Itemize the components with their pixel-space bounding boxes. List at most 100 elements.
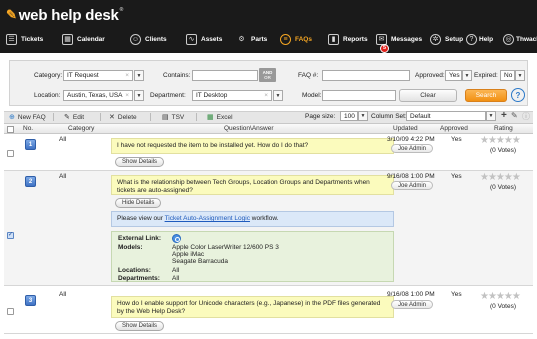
nav-help[interactable]: ? Help [466,33,493,45]
show-details-button[interactable]: Show Details [115,321,165,331]
app-logo[interactable]: ✎ web help desk ® [6,5,123,25]
table-row[interactable]: 1 All I have not requested the item to b… [4,134,533,171]
tsv-icon: ▤ [162,114,169,121]
table-row[interactable]: 3 All How do I enable support for Unicod… [4,288,533,334]
departments-value: All [172,275,180,282]
row-updated-date: 9/16/08 1:00 PM [387,291,435,298]
rating-stars-icon[interactable]: ★★★★★ [480,173,521,183]
expired-label: Expired: [474,72,498,79]
search-button[interactable]: Search [465,89,507,102]
info-icon[interactable]: ⓘ [522,111,530,122]
department-clear-icon[interactable]: × [264,92,268,100]
column-settings-wrench-icon[interactable]: ✎ [511,111,518,120]
nav-tickets[interactable]: ☰ Tickets [6,33,43,45]
approved-label: Approved: [415,72,445,79]
new-faq-button[interactable]: ⊕ New FAQ [9,111,46,123]
location-value: Austin, Texas, USA [67,92,123,99]
department-dropdown-icon[interactable]: ▼ [273,90,283,101]
expired-select[interactable]: No [500,70,515,81]
edit-button[interactable]: ✎ Edit [64,111,84,123]
column-set-dropdown-icon[interactable]: ▼ [486,111,496,121]
column-header-approved[interactable]: Approved [440,125,468,132]
row-owner-pill[interactable]: Joe Admin [391,181,434,190]
messages-badge: 5 [380,43,389,53]
location-select[interactable]: Austin, Texas, USA × [63,90,133,101]
faq-question[interactable]: What is the relationship between Tech Gr… [111,175,394,195]
locations-label: Locations: [118,267,151,274]
models-label: Models: [118,244,143,251]
faq-number-badge[interactable]: 3 [25,295,36,306]
row-checkbox[interactable] [7,231,14,239]
contains-label: Contains: [163,72,191,79]
category-select[interactable]: IT Request × [63,70,133,81]
category-label: Category: [34,72,63,79]
department-select[interactable]: IT Desktop × [192,90,272,101]
location-label: Location: [34,92,61,99]
nav-clients[interactable]: ☺ Clients [130,33,167,45]
nav-messages-label: Messages [391,35,423,43]
delete-button[interactable]: ✕ Delete [109,111,137,123]
clear-button[interactable]: Clear [399,89,457,102]
faq-question[interactable]: How do I enable support for Unicode char… [111,296,394,318]
excel-export-button[interactable]: ▦ Excel [207,111,233,123]
answer-workflow-link[interactable]: Ticket Auto-Assignment Logic [165,215,250,222]
column-header-row: No. Category Question\Answer Updated App… [4,123,533,134]
toolbar-divider [196,113,197,121]
nav-reports[interactable]: ▮ Reports [328,33,368,45]
contains-input[interactable] [192,70,258,81]
app-header: ✎ web help desk ® ☰ Tickets ▦ Calendar ☺… [0,0,537,53]
column-header-rating[interactable]: Rating [494,125,513,132]
locations-value: All [172,267,180,274]
faq-number-badge[interactable]: 2 [25,176,36,187]
nav-faqs[interactable]: ≡ FAQs [280,33,312,45]
hide-details-button[interactable]: Hide Details [115,198,162,208]
table-row[interactable]: 2 All What is the relationship between T… [4,171,533,286]
faq-number-input[interactable] [322,70,410,81]
page-size-dropdown-icon[interactable]: ▼ [358,111,368,121]
rating-stars-icon[interactable]: ★★★★★ [480,292,521,302]
category-clear-icon[interactable]: × [125,72,129,80]
column-set-select[interactable]: Default [406,111,486,121]
location-clear-icon[interactable]: × [125,92,129,100]
select-all-checkbox[interactable] [7,126,14,133]
location-dropdown-icon[interactable]: ▼ [134,90,144,101]
row-approved: Yes [451,291,462,298]
model-select[interactable] [322,90,396,101]
nav-messages[interactable]: ✉ 5 Messages [376,33,423,53]
edit-pencil-icon: ✎ [64,114,70,121]
nav-calendar[interactable]: ▦ Calendar [62,33,105,45]
faq-question[interactable]: I have not requested the item to be inst… [111,138,394,154]
nav-assets[interactable]: ∿ Assets [186,33,222,45]
nav-thwack[interactable]: ◎Thwack [503,33,537,45]
calendar-icon: ▦ [62,33,73,45]
tsv-export-button[interactable]: ▤ TSV [162,111,184,123]
external-link-icon[interactable] [172,234,181,243]
toolbar-divider [53,113,54,121]
row-owner-pill[interactable]: Joe Admin [391,300,434,309]
trademark-mark: ® [119,7,124,13]
nav-parts[interactable]: ⚙ Parts [236,34,267,45]
row-votes: (0 Votes) [490,184,517,191]
and-or-toggle[interactable]: AND OR [259,68,276,82]
column-header-updated[interactable]: Updated [393,125,418,132]
faq-number-badge[interactable]: 1 [25,139,36,150]
setup-gear-icon: ✲ [430,33,441,45]
nav-setup[interactable]: ✲ Setup [430,33,463,45]
category-value: IT Request [67,72,99,79]
column-header-category[interactable]: Category [68,125,94,132]
help-icon[interactable]: ? [511,88,525,102]
show-details-button[interactable]: Show Details [115,157,165,167]
row-owner-pill[interactable]: Joe Admin [391,144,434,153]
row-checkbox[interactable] [7,150,14,157]
add-column-plus-icon[interactable]: + [501,110,507,121]
approved-select[interactable]: Yes [445,70,462,81]
nav-parts-label: Parts [251,35,268,43]
row-checkbox[interactable] [7,308,14,315]
column-header-no[interactable]: No. [23,125,33,132]
category-dropdown-icon[interactable]: ▼ [134,70,144,81]
expired-dropdown-icon[interactable]: ▼ [515,70,525,81]
rating-stars-icon[interactable]: ★★★★★ [480,136,521,146]
page-size-select[interactable]: 100 [340,111,358,121]
approved-dropdown-icon[interactable]: ▼ [462,70,472,81]
column-header-question-answer[interactable]: Question\Answer [224,125,274,132]
